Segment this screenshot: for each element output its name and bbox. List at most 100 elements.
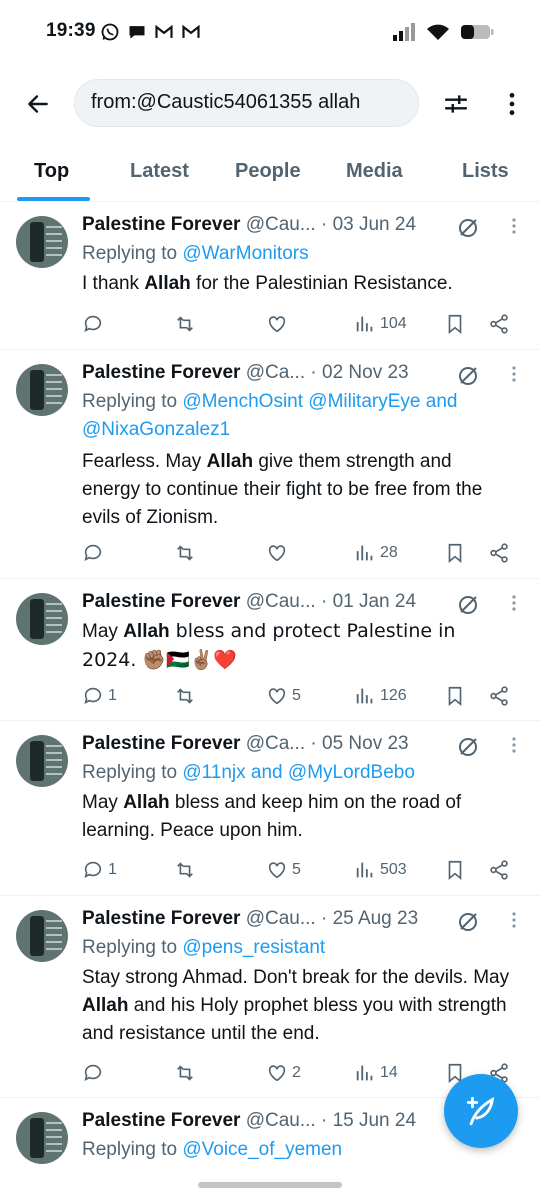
tweet-header: Palestine Forever @Cau... · 15 Jun 24 — [82, 1110, 416, 1132]
views-button[interactable]: 126 — [354, 681, 407, 711]
search-filters-button[interactable] — [436, 84, 476, 124]
bookmark-button[interactable] — [444, 538, 466, 568]
grok-icon[interactable] — [456, 216, 480, 240]
grok-icon[interactable] — [456, 593, 480, 617]
bookmark-button[interactable] — [444, 681, 466, 711]
heart-icon — [268, 862, 286, 879]
reply-mention-link[interactable]: @11njx and @MyLordBebo — [182, 762, 415, 783]
more-options-button[interactable] — [492, 84, 532, 124]
retweet-button[interactable] — [174, 681, 200, 711]
search-box[interactable] — [74, 79, 419, 127]
reply-button[interactable] — [82, 1058, 108, 1088]
tweet-date[interactable]: · 02 Nov 23 — [310, 362, 408, 383]
share-button[interactable] — [488, 309, 510, 339]
like-button[interactable]: 5 — [266, 681, 301, 711]
share-button[interactable] — [488, 681, 510, 711]
tweet-date[interactable]: · 01 Jan 24 — [321, 591, 416, 612]
tweet[interactable]: Palestine Forever @Cau... · 01 Jan 24 Ma… — [0, 579, 540, 721]
handle[interactable]: @Cau... — [246, 591, 316, 612]
tweet[interactable]: Palestine Forever @Cau... · 25 Aug 23 Re… — [0, 896, 540, 1098]
bookmark-button[interactable] — [444, 855, 466, 885]
views-button[interactable]: 503 — [354, 855, 407, 885]
display-name[interactable]: Palestine Forever — [82, 733, 240, 754]
avatar[interactable] — [16, 593, 68, 645]
tweet[interactable]: Palestine Forever @Ca... · 05 Nov 23 Rep… — [0, 721, 540, 896]
display-name[interactable]: Palestine Forever — [82, 362, 240, 383]
like-button[interactable] — [266, 309, 292, 339]
avatar[interactable] — [16, 1112, 68, 1164]
grok-icon[interactable] — [456, 735, 480, 759]
bookmark-button[interactable] — [444, 309, 466, 339]
reply-icon — [84, 544, 102, 561]
handle[interactable]: @Cau... — [246, 214, 316, 235]
home-indicator[interactable] — [198, 1182, 342, 1188]
grok-icon[interactable] — [456, 364, 480, 388]
tab-people[interactable]: People — [235, 160, 301, 183]
avatar[interactable] — [16, 364, 68, 416]
retweet-button[interactable] — [174, 1058, 200, 1088]
like-button[interactable]: 5 — [266, 855, 301, 885]
compose-post-button[interactable] — [444, 1074, 518, 1148]
search-keyword: Allah — [123, 621, 170, 642]
reply-button[interactable]: 1 — [82, 855, 117, 885]
reply-button[interactable] — [82, 309, 108, 339]
tweet-date[interactable]: · 03 Jun 24 — [321, 214, 416, 235]
tweet-more-button[interactable] — [502, 733, 526, 757]
tweet[interactable]: Palestine Forever @Ca... · 02 Nov 23 Rep… — [0, 350, 540, 579]
reply-icon — [84, 687, 102, 704]
retweet-icon — [177, 862, 193, 878]
views-button[interactable]: 104 — [354, 309, 407, 339]
avatar[interactable] — [16, 910, 68, 962]
share-button[interactable] — [488, 538, 510, 568]
display-name[interactable]: Palestine Forever — [82, 1110, 240, 1131]
views-chart-icon — [356, 316, 373, 332]
display-name[interactable]: Palestine Forever — [82, 908, 240, 929]
avatar[interactable] — [16, 216, 68, 268]
status-time: 19:39 — [46, 20, 96, 41]
retweet-icon — [177, 316, 193, 332]
share-button[interactable] — [488, 855, 510, 885]
tab-latest[interactable]: Latest — [130, 160, 189, 183]
tweet[interactable]: Palestine Forever @Cau... · 03 Jun 24 Re… — [0, 202, 540, 350]
handle[interactable]: @Ca... — [246, 362, 305, 383]
tweet-more-button[interactable] — [502, 362, 526, 386]
handle[interactable]: @Cau... — [246, 908, 316, 929]
like-button[interactable] — [266, 538, 292, 568]
reply-mention-link[interactable]: @Voice_of_yemen — [182, 1139, 342, 1160]
system-indicators — [392, 22, 494, 42]
like-button[interactable]: 2 — [266, 1058, 301, 1088]
chat-bubble-icon — [129, 26, 145, 39]
reply-mention-link[interactable]: @pens_resistant — [182, 937, 325, 958]
tweet-date[interactable]: · 05 Nov 23 — [310, 733, 408, 754]
tab-lists[interactable]: Lists — [462, 160, 509, 183]
tweet-more-button[interactable] — [502, 214, 526, 238]
retweet-button[interactable] — [174, 855, 200, 885]
retweet-button[interactable] — [174, 538, 200, 568]
display-name[interactable]: Palestine Forever — [82, 591, 240, 612]
share-icon — [490, 314, 508, 334]
grok-icon[interactable] — [456, 910, 480, 934]
reply-button[interactable]: 1 — [82, 681, 117, 711]
search-input[interactable] — [91, 91, 411, 114]
avatar[interactable] — [16, 735, 68, 787]
display-name[interactable]: Palestine Forever — [82, 214, 240, 235]
back-button[interactable] — [18, 84, 58, 124]
tab-media[interactable]: Media — [346, 160, 403, 183]
retweet-icon — [177, 1065, 193, 1081]
whatsapp-icon — [101, 23, 119, 41]
heart-icon — [268, 316, 286, 333]
tweet-actions: 1 5 126 — [82, 681, 522, 711]
tweet-more-button[interactable] — [502, 591, 526, 615]
handle[interactable]: @Cau... — [246, 1110, 316, 1131]
retweet-button[interactable] — [174, 309, 200, 339]
tweet-text: Stay strong Ahmad. Don't break for the d… — [82, 967, 510, 1044]
reply-button[interactable] — [82, 538, 108, 568]
tab-top[interactable]: Top — [34, 160, 69, 183]
views-button[interactable]: 28 — [354, 538, 398, 568]
tweet-date[interactable]: · 15 Jun 24 — [321, 1110, 416, 1131]
tweet-more-button[interactable] — [502, 908, 526, 932]
reply-mention-link[interactable]: @WarMonitors — [182, 243, 308, 264]
tweet-date[interactable]: · 25 Aug 23 — [321, 908, 418, 929]
handle[interactable]: @Ca... — [246, 733, 305, 754]
views-button[interactable]: 14 — [354, 1058, 398, 1088]
